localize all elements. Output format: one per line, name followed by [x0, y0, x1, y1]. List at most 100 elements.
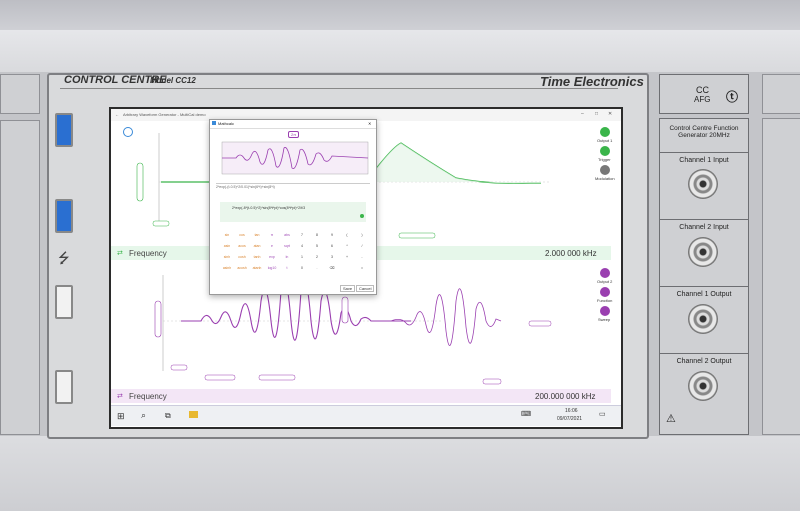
keypad-key[interactable]: 5	[310, 243, 324, 250]
output2-toggle-icon[interactable]	[600, 268, 610, 278]
channel2-frequency-value[interactable]: 200.000 000 kHz	[535, 392, 596, 401]
channel2-frequency-label: Frequency	[129, 392, 167, 401]
left-module-top	[0, 74, 40, 114]
taskbar-date[interactable]: 09/07/2021	[557, 416, 582, 422]
dialog-close-icon[interactable]: ✕	[368, 121, 371, 126]
keypad-key[interactable]: acos	[235, 243, 249, 250]
swap-arrows-icon[interactable]: ⇄	[117, 249, 123, 257]
keypad-key[interactable]: -	[355, 254, 369, 261]
usb-symbol-icon: ⭍	[58, 250, 70, 266]
expression-bar[interactable]: 2*exp(-(t-0.5)^2/0.01)*sin(6*t)+sin(8*t)	[216, 183, 370, 189]
keypad-key[interactable]: abs	[280, 232, 294, 239]
keypad-key[interactable]: 8	[310, 232, 324, 239]
keypad-key[interactable]: atan	[250, 243, 264, 250]
panel-title-line	[60, 88, 618, 89]
trigger-icon[interactable]	[600, 146, 610, 156]
keypad-key[interactable]: atanh	[250, 265, 264, 272]
keypad-key[interactable]: sinh	[220, 254, 234, 261]
keypad-key[interactable]: asin	[220, 243, 234, 250]
keypad-key[interactable]: ln	[280, 254, 294, 261]
side-label-modulation: Modulation	[595, 176, 615, 181]
keypad-key[interactable]: asinh	[220, 265, 234, 272]
keypad-key[interactable]: cosh	[235, 254, 249, 261]
keypad-key[interactable]: .	[310, 265, 324, 272]
keypad-key[interactable]: t	[280, 265, 294, 272]
channel1-frequency-value[interactable]: 2.000 000 kHz	[545, 249, 597, 258]
keypad-key[interactable]: tanh	[250, 254, 264, 261]
file-explorer-icon[interactable]	[189, 411, 198, 418]
touch-keyboard-icon[interactable]: ⌨	[521, 410, 531, 418]
expression-editor[interactable]: 2*exp(-8*(t-0.5)^2)*sin(8*t*pi)*cos(8*t*…	[220, 202, 366, 222]
swap-arrows-icon-2[interactable]: ⇄	[117, 392, 123, 400]
keypad-key[interactable]: sqrt	[280, 243, 294, 250]
right-side-module	[762, 118, 800, 435]
output1-toggle-icon[interactable]	[600, 127, 610, 137]
save-button[interactable]: Save	[340, 285, 356, 292]
keypad-key[interactable]: 2	[310, 254, 324, 261]
keypad-key[interactable]: exp	[265, 254, 279, 261]
task-view-icon[interactable]: ⧉	[165, 411, 171, 421]
channel1-input-bnc[interactable]	[688, 169, 718, 199]
keypad-key[interactable]: ⌫	[325, 265, 339, 272]
keypad-key[interactable]: 7	[295, 232, 309, 239]
channel2-input-label: Channel 2 Input	[679, 224, 729, 231]
keypad-key[interactable]: 1	[295, 254, 309, 261]
taskbar-time[interactable]: 16:06	[565, 408, 578, 414]
minimize-icon[interactable]: –	[581, 111, 584, 117]
close-icon[interactable]: ✕	[608, 111, 612, 117]
notification-icon[interactable]: ▭	[599, 410, 606, 418]
usb3-port-2	[55, 199, 73, 233]
keypad-key[interactable]: 0	[295, 265, 309, 272]
panel-brand: Time Electronics	[540, 74, 644, 89]
keypad-key[interactable]: π	[265, 232, 279, 239]
start-icon[interactable]: ⊞	[117, 411, 125, 422]
logo-line2: AFG	[694, 95, 711, 104]
module-divider-3	[660, 286, 748, 287]
channel2-output-bnc[interactable]	[688, 371, 718, 401]
keypad-key[interactable]: 4	[295, 243, 309, 250]
keypad-key[interactable]: acosh	[235, 265, 249, 272]
range-tag[interactable]: 2π	[288, 131, 299, 138]
warning-triangle-icon: ⚠	[666, 413, 676, 425]
keypad-key[interactable]: 6	[325, 243, 339, 250]
right-side-module-top	[762, 74, 800, 114]
channel1-output-bnc[interactable]	[688, 304, 718, 334]
mathcalc-dialog: Mathcalc ✕ 2π 2*exp(-(t-0.5)^2/0.01)*sin…	[209, 119, 377, 295]
keypad-key[interactable]: e	[265, 243, 279, 250]
sweep-icon[interactable]	[600, 306, 610, 316]
channel1-amplitude-slider	[136, 162, 144, 202]
keypad-key[interactable]: +	[340, 254, 354, 261]
keypad-key[interactable]	[340, 265, 354, 272]
side-label-output2: Output 2	[597, 279, 613, 284]
keypad-key[interactable]: sin	[220, 232, 234, 239]
side-label-function: Function	[597, 298, 613, 303]
keypad-key[interactable]: =	[355, 265, 369, 272]
side-label-output1: Output 1	[597, 138, 613, 143]
modulation-icon[interactable]	[600, 165, 610, 175]
keypad-key[interactable]: )	[355, 232, 369, 239]
keypad-key[interactable]: log10	[265, 265, 279, 272]
keypad-key[interactable]: cos	[235, 232, 249, 239]
search-icon[interactable]: ⌕	[141, 410, 146, 421]
maximize-icon[interactable]: □	[595, 111, 598, 117]
app-logo-icon	[212, 121, 216, 125]
back-arrow-icon[interactable]: ←	[115, 112, 119, 117]
dialog-title-bar: Mathcalc ✕	[210, 120, 376, 129]
module-divider-2	[660, 219, 748, 220]
keypad-key[interactable]: 9	[325, 232, 339, 239]
expression-text: 2*exp(-8*(t-0.5)^2)*sin(8*t*pi)*cos(8*t*…	[232, 206, 306, 210]
keypad-key[interactable]: /	[355, 243, 369, 250]
keypad-key[interactable]: 3	[325, 254, 339, 261]
function-icon[interactable]	[600, 287, 610, 297]
channel2-preview-trace	[390, 288, 502, 346]
usb3-port-1	[55, 113, 73, 147]
windows-taskbar: ⊞ ⌕ ⧉ ⌨ 16:06 09/07/2021 ▭	[111, 405, 621, 426]
channel1-period-tag	[398, 232, 436, 239]
keypad-key[interactable]: *	[340, 243, 354, 250]
cancel-button[interactable]: Cancel	[356, 285, 375, 292]
channel2-input-bnc[interactable]	[688, 237, 718, 267]
keypad-key[interactable]: (	[340, 232, 354, 239]
channel2-offset-tag	[170, 364, 188, 371]
keypad-key[interactable]: tan	[250, 232, 264, 239]
channel2-frequency-bar[interactable]: ⇄ Frequency 200.000 000 kHz	[111, 389, 611, 403]
